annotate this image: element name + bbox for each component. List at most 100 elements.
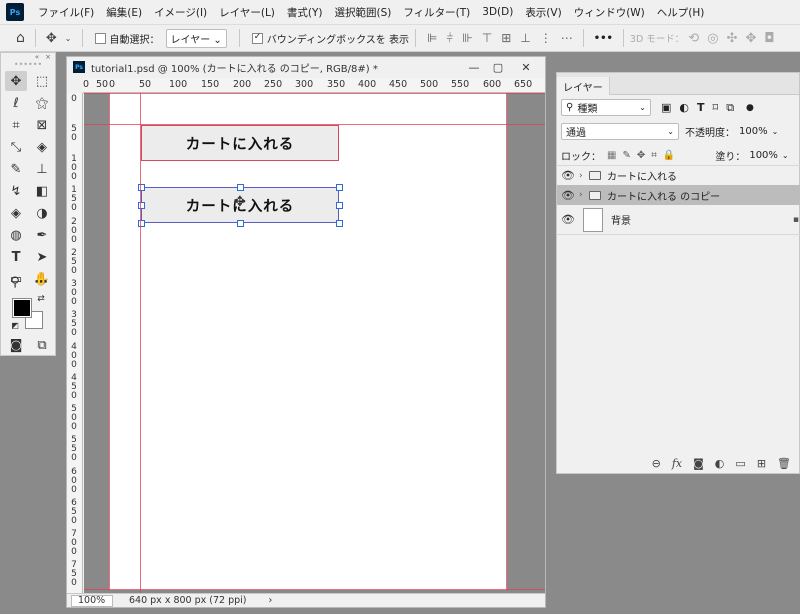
close-icon[interactable]: ✕ bbox=[515, 59, 537, 75]
bounding-box-checkbox[interactable] bbox=[251, 32, 263, 44]
expand-arrow-icon[interactable]: › bbox=[579, 171, 589, 181]
layer-row[interactable]: 👁 › カートに入れる bbox=[557, 165, 800, 185]
foreground-color-swatch[interactable] bbox=[12, 298, 32, 318]
tab-layers[interactable]: レイヤー bbox=[557, 77, 610, 95]
filter-toggle-icon[interactable]: ● bbox=[746, 103, 754, 113]
document-tab[interactable]: Ps tutorial1.psd @ 100% (カートに入れる のコピー, R… bbox=[67, 57, 545, 77]
new-layer-icon[interactable]: ⊞ bbox=[757, 457, 766, 470]
guide-line[interactable] bbox=[506, 93, 507, 590]
menu-window[interactable]: ウィンドウ(W) bbox=[568, 5, 651, 20]
fx-icon[interactable]: fx bbox=[672, 457, 682, 470]
guide-line[interactable] bbox=[109, 93, 110, 590]
lock-image-icon[interactable]: ✎ bbox=[622, 150, 630, 161]
zoom-level-field[interactable]: 100% bbox=[71, 594, 113, 607]
menu-select[interactable]: 選択範囲(S) bbox=[329, 5, 398, 20]
align-middle-icon[interactable]: ⊞ bbox=[501, 31, 511, 45]
move-tool-icon[interactable]: ✥ bbox=[5, 71, 27, 91]
transform-handle[interactable] bbox=[336, 220, 343, 227]
fill-field[interactable]: 100% ⌄ bbox=[745, 147, 789, 164]
transform-handle[interactable] bbox=[237, 220, 244, 227]
distribute-v-icon[interactable]: ⋯ bbox=[561, 31, 573, 45]
layer-row[interactable]: 👁 › カートに入れる のコピー bbox=[557, 185, 800, 205]
magic-wand-tool-icon[interactable]: ⚝ bbox=[31, 93, 53, 113]
group-icon[interactable]: ▭ bbox=[735, 457, 745, 470]
close-icon[interactable]: × bbox=[45, 53, 51, 61]
visibility-eye-icon[interactable]: 👁 bbox=[557, 213, 579, 226]
transform-handle[interactable] bbox=[336, 184, 343, 191]
adjustment-icon[interactable]: ◐ bbox=[715, 457, 725, 470]
link-icon[interactable]: ⊖ bbox=[652, 457, 661, 470]
align-center-h-icon[interactable]: ⫩ bbox=[446, 31, 453, 46]
opacity-field[interactable]: 100% ⌄ bbox=[735, 123, 779, 140]
blur-tool-icon[interactable]: ◍ bbox=[5, 225, 27, 245]
document-canvas[interactable]: カートに入れる カートに入れる ✥ bbox=[109, 93, 507, 590]
menu-edit[interactable]: 編集(E) bbox=[100, 5, 148, 20]
brush-tool-icon[interactable]: ✎ bbox=[5, 159, 27, 179]
visibility-eye-icon[interactable]: 👁 bbox=[557, 189, 579, 202]
3d-roll-icon[interactable]: ◎ bbox=[707, 31, 718, 46]
pen-tool-icon[interactable]: ✒ bbox=[31, 225, 53, 245]
guide-line[interactable] bbox=[84, 93, 545, 94]
menu-3d[interactable]: 3D(D) bbox=[476, 6, 519, 18]
filter-shape-icon[interactable]: ⌑ bbox=[713, 101, 719, 114]
menu-filter[interactable]: フィルター(T) bbox=[397, 5, 476, 20]
visibility-eye-icon[interactable]: 👁 bbox=[557, 169, 579, 182]
swap-colors-icon[interactable]: ⇄ bbox=[35, 293, 47, 305]
minimize-icon[interactable]: — bbox=[463, 59, 485, 75]
filter-smart-object-icon[interactable]: ⧉ bbox=[726, 101, 734, 115]
guide-line[interactable] bbox=[84, 589, 545, 590]
guide-line[interactable] bbox=[84, 124, 545, 125]
layer-filter-kind-dropdown[interactable]: ⚲ 種類 ⌄ bbox=[561, 99, 651, 116]
trash-icon[interactable]: 🗑 bbox=[777, 457, 791, 470]
menu-type[interactable]: 書式(Y) bbox=[281, 5, 329, 20]
history-brush-tool-icon[interactable]: ↯ bbox=[5, 181, 27, 201]
default-colors-icon[interactable]: ◩ bbox=[9, 319, 21, 331]
menu-layer[interactable]: レイヤー(L) bbox=[213, 5, 281, 20]
crop-tool-icon[interactable]: ⌗ bbox=[5, 115, 27, 135]
screen-mode-icon[interactable]: ⧉ bbox=[31, 335, 53, 355]
dodge-tool-icon[interactable]: ◑ bbox=[31, 203, 53, 223]
blend-mode-dropdown[interactable]: 通過 ⌄ bbox=[561, 123, 679, 140]
eraser-tool-icon[interactable]: ◧ bbox=[31, 181, 53, 201]
quick-mask-icon[interactable]: ◙ bbox=[5, 335, 27, 355]
tools-grip[interactable]: •••••• bbox=[1, 61, 55, 71]
transform-handle[interactable] bbox=[237, 184, 244, 191]
distribute-h-icon[interactable]: ⋮ bbox=[540, 31, 552, 45]
menu-view[interactable]: 表示(V) bbox=[519, 5, 567, 20]
menu-help[interactable]: ヘルプ(H) bbox=[651, 5, 711, 20]
lock-all-icon[interactable]: 🔒 bbox=[663, 150, 675, 161]
3d-orbit-icon[interactable]: ⟲ bbox=[688, 31, 699, 46]
canvas-area[interactable]: カートに入れる カートに入れる ✥ bbox=[84, 93, 545, 593]
document-dimensions[interactable]: 640 px x 800 px (72 ppi) bbox=[129, 595, 247, 606]
cart-button-layer[interactable]: カートに入れる bbox=[141, 125, 339, 161]
guide-line[interactable] bbox=[140, 93, 141, 593]
marquee-tool-icon[interactable]: ⬚ bbox=[31, 71, 53, 91]
lasso-tool-icon[interactable]: ℓ bbox=[5, 93, 27, 113]
lock-position-icon[interactable]: ✥ bbox=[637, 150, 645, 161]
align-bottom-icon[interactable]: ⊥ bbox=[520, 31, 531, 45]
lock-transparent-icon[interactable]: ▦ bbox=[607, 150, 616, 161]
type-tool-icon[interactable]: T bbox=[5, 247, 27, 267]
zoom-tool-icon[interactable]: ⚲ bbox=[4, 272, 26, 292]
transform-handle[interactable] bbox=[336, 202, 343, 209]
mask-icon[interactable]: ◙ bbox=[693, 457, 704, 470]
3d-camera-icon[interactable]: ◘ bbox=[764, 31, 774, 46]
lock-artboard-icon[interactable]: ⌗ bbox=[651, 150, 657, 161]
expand-arrow-icon[interactable]: › bbox=[579, 190, 589, 200]
3d-pan-icon[interactable]: ✣ bbox=[727, 31, 738, 46]
more-options-button[interactable]: ••• bbox=[594, 33, 613, 44]
align-top-icon[interactable]: ⊤ bbox=[482, 31, 493, 45]
filter-type-icon[interactable]: T bbox=[697, 101, 705, 114]
filter-adjustment-icon[interactable]: ◐ bbox=[679, 101, 689, 114]
maximize-icon[interactable]: ▢ bbox=[487, 59, 509, 75]
auto-select-target-dropdown[interactable]: レイヤー ⌄ bbox=[165, 28, 227, 48]
filter-pixel-icon[interactable]: ▣ bbox=[661, 101, 671, 114]
healing-brush-tool-icon[interactable]: ◈ bbox=[31, 137, 53, 157]
eyedropper-tool-icon[interactable]: ⤡ bbox=[5, 137, 27, 157]
home-icon[interactable]: ⌂ bbox=[16, 30, 25, 46]
menu-file[interactable]: ファイル(F) bbox=[32, 5, 100, 20]
move-tool-icon[interactable]: ✥ bbox=[46, 31, 57, 46]
align-right-icon[interactable]: ⊪ bbox=[462, 31, 473, 45]
path-selection-tool-icon[interactable]: ➤ bbox=[31, 247, 53, 267]
status-menu-arrow-icon[interactable]: › bbox=[269, 595, 273, 606]
